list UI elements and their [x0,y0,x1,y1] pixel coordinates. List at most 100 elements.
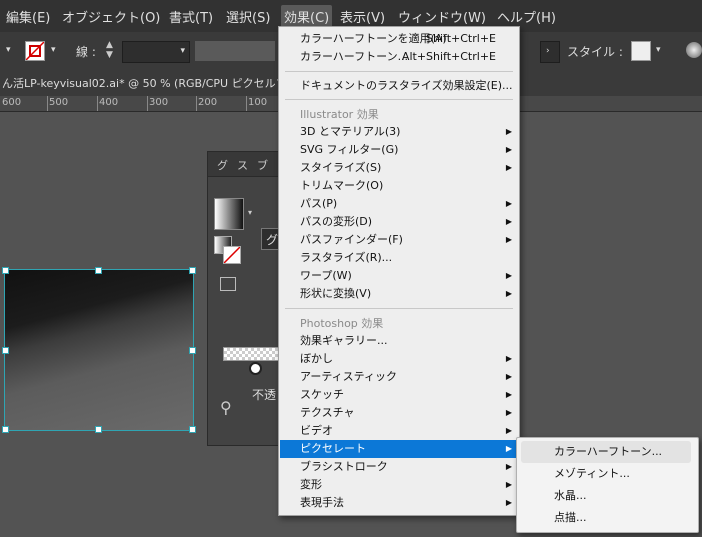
style-label: スタイル : [567,45,623,59]
chevron-right-icon: ▶ [505,444,512,453]
chevron-down-icon[interactable]: ▾ [51,45,56,55]
chevron-right-icon: ▶ [505,235,512,244]
graphic-style-swatch[interactable] [631,41,651,61]
menu-item-raster-settings[interactable]: ドキュメントのラスタライズ効果設定(E)... [280,77,518,95]
submenu-item-crystallize[interactable]: 水晶... [521,485,691,507]
menu-object[interactable]: オブジェクト(O) [62,7,160,26]
menu-effect[interactable]: 効果(C) [281,5,333,28]
chevron-down-icon[interactable]: ▾ [656,45,661,55]
menu-item-warp[interactable]: ワープ(W) ▶ [280,267,518,285]
selection-handle[interactable] [2,267,9,274]
menu-item-label: テクスチャ [300,406,355,419]
recolor-artwork-icon[interactable] [686,42,702,58]
ruler-label: 100 [248,97,268,108]
selected-gradient-object[interactable] [2,267,196,433]
panel-tab[interactable]: グ [217,157,228,173]
gradient-stop-handle[interactable] [249,362,262,375]
submenu-item-color-halftone[interactable]: カラーハーフトーン... [521,441,691,463]
panel-tab[interactable]: ブ [257,157,268,173]
submenu-item-pointillize[interactable]: 点描... [521,507,691,529]
menu-window[interactable]: ウィンドウ(W) [398,7,486,26]
selection-handle[interactable] [189,347,196,354]
ruler-label: 300 [149,97,169,108]
menu-item-effect-gallery[interactable]: 効果ギャラリー... [280,332,518,350]
chevron-right-icon: ▶ [505,426,512,435]
none-color-icon [25,41,45,61]
illustrator-effects-header: Illustrator 効果 [300,108,379,121]
selection-handle[interactable] [2,426,9,433]
stroke-label: 線 : [76,45,96,59]
pixelate-submenu: カラーハーフトーン... メゾティント... 水晶... 点描... [516,437,699,533]
stroke-color-swatch[interactable] [25,41,45,61]
menu-item-trim-marks[interactable]: トリムマーク(O) [280,177,518,195]
menu-item-artistic[interactable]: アーティスティック ▶ [280,368,518,386]
menu-item-apply-color-halftone[interactable]: カラーハーフトーンを適用(A) Shift+Ctrl+E [280,30,518,48]
menu-item-label: 効果ギャラリー... [300,334,388,347]
menu-item-pixelate[interactable]: ピクセレート ▶ [280,440,518,458]
chevron-right-icon: ▶ [505,271,512,280]
chevron-down-icon[interactable]: ▾ [248,208,252,217]
menu-item-3d[interactable]: 3D とマテリアル(3) ▶ [280,123,518,141]
menu-item-label: メゾティント... [554,467,630,480]
ruler-label: 500 [49,97,69,108]
opacity-dropdown-button[interactable]: › [540,41,560,63]
stroke-stepper-icon[interactable]: ▲ ▼ [106,40,113,60]
menu-item-brush-strokes[interactable]: ブラシストローク ▶ [280,458,518,476]
selection-handle[interactable] [95,267,102,274]
chevron-right-icon: ▶ [505,163,512,172]
menu-type[interactable]: 書式(T) [169,7,213,26]
menu-item-stylize[interactable]: スタイライズ(S) ▶ [280,159,518,177]
menu-item-path[interactable]: パス(P) ▶ [280,195,518,213]
variable-width-profile[interactable] [195,41,275,61]
menu-item-sketch[interactable]: スケッチ ▶ [280,386,518,404]
submenu-item-mezzotint[interactable]: メゾティント... [521,463,691,485]
menu-view[interactable]: 表示(V) [340,7,385,26]
selection-handle[interactable] [189,426,196,433]
menu-item-label: ぼかし [300,352,333,365]
ruler-label: 200 [198,97,218,108]
menu-item-label: アーティスティック [300,370,398,383]
menu-item-distort[interactable]: 変形 ▶ [280,476,518,494]
menu-item-texture[interactable]: テクスチャ ▶ [280,404,518,422]
stroke-none-swatch[interactable] [223,246,241,264]
stroke-weight-dropdown[interactable]: ▾ [122,41,190,63]
selection-handle[interactable] [95,426,102,433]
menu-item-label: 3D とマテリアル(3) [300,125,401,138]
menu-item-blur[interactable]: ぼかし ▶ [280,350,518,368]
menu-item-label: カラーハーフトーンを適用(A) [300,32,447,45]
menu-item-label: トリムマーク(O) [300,179,384,192]
chevron-right-icon: ▶ [505,289,512,298]
menu-item-stylize-ps[interactable]: 表現手法 ▶ [280,494,518,512]
chevron-right-icon: ▶ [505,498,512,507]
chevron-down-icon[interactable]: ▾ [6,45,11,55]
ruler-tick [196,96,197,111]
effect-menu: カラーハーフトーンを適用(A) Shift+Ctrl+E カラーハーフトーン..… [278,26,520,516]
menu-item-pathfinder[interactable]: パスファインダー(F) ▶ [280,231,518,249]
ruler-label: 600 [2,97,22,108]
eyedropper-icon[interactable]: ⚲ [220,398,232,417]
menu-item-video[interactable]: ビデオ ▶ [280,422,518,440]
chevron-right-icon: ▶ [505,217,512,226]
menu-item-svg-filter[interactable]: SVG フィルター(G) ▶ [280,141,518,159]
panel-tab[interactable]: ス [237,157,248,173]
selection-handle[interactable] [2,347,9,354]
menu-edit[interactable]: 編集(E) [6,7,50,26]
menu-item-color-halftone[interactable]: カラーハーフトーン... Alt+Shift+Ctrl+E [280,48,518,66]
menu-help[interactable]: ヘルプ(H) [497,7,556,26]
menu-item-shortcut: Shift+Ctrl+E [426,32,496,45]
menu-item-label: ワープ(W) [300,269,352,282]
gradient-preview-swatch[interactable] [214,198,244,230]
selection-handle[interactable] [189,267,196,274]
menu-item-label: ピクセレート [300,442,366,455]
reverse-gradient-icon[interactable] [220,277,236,291]
menu-item-shortcut: Alt+Shift+Ctrl+E [401,50,496,63]
menu-separator [285,99,513,100]
menu-item-convert-to-shape[interactable]: 形状に変換(V) ▶ [280,285,518,303]
ruler-tick [97,96,98,111]
menu-select[interactable]: 選択(S) [226,7,270,26]
none-color-icon [223,246,241,264]
menu-item-rasterize[interactable]: ラスタライズ(R)... [280,249,518,267]
menu-item-label: SVG フィルター(G) [300,143,399,156]
menu-item-distort-transform[interactable]: パスの変形(D) ▶ [280,213,518,231]
document-tab-title[interactable]: ん活LP-keyvisual02.ai* @ 50 % (RGB/CPU ピクセ… [2,75,309,91]
